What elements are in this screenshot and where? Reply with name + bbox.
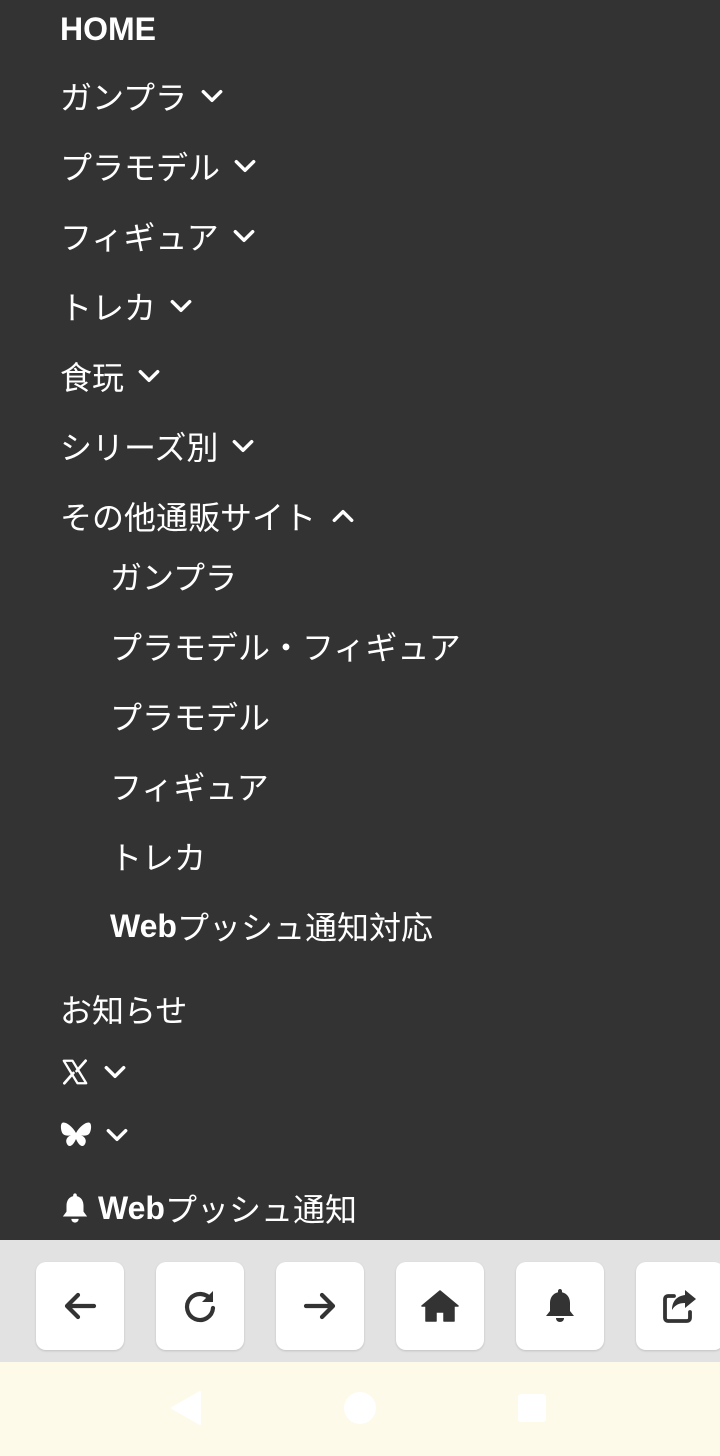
submenu-item[interactable]: フィギュア [110,761,269,811]
menu-item-figure-label: フィギュア [60,219,219,257]
submenu-item-label: フィギュア [110,769,269,807]
menu-item-shokugan-label: 食玩 [60,359,125,397]
reload-icon [180,1286,220,1326]
menu-item-plamodel-label: プラモデル [60,149,221,187]
home-button[interactable] [396,1262,484,1350]
notification-button[interactable] [516,1262,604,1350]
chevron-down-icon [230,433,256,459]
bell-icon [60,1191,90,1225]
nav-back-icon[interactable] [170,1390,202,1430]
menu-item-other-shops-label: その他通販サイト [60,499,317,537]
menu-item-series-label: シリーズ別 [60,429,219,467]
menu-item-toreka[interactable]: トレカ [60,281,194,331]
menu-item-home-label: HOME [60,10,156,47]
forward-arrow-icon [300,1286,340,1326]
submenu-item[interactable]: プラモデル [110,691,270,741]
menu-item-plamodel[interactable]: プラモデル [60,141,258,191]
submenu-item[interactable]: ガンプラ [110,551,237,601]
chevron-up-icon [330,503,356,529]
chevron-down-icon [136,363,162,389]
menu-item-bluesky[interactable] [60,1110,130,1160]
back-arrow-icon [60,1286,100,1326]
chevron-down-icon [232,153,258,179]
submenu-item-label: プラモデル [110,699,271,737]
webpush-support-prefix: Web [110,907,177,944]
side-menu: HOME ガンプラ プラモデル フィギュア トレカ 食玩 シリーズ別 その他通販… [0,0,720,1240]
reload-button[interactable] [156,1262,244,1350]
menu-item-shokugan[interactable]: 食玩 [60,351,162,401]
home-icon [420,1286,460,1326]
webpush-suffix: プッシュ通知 [164,1191,357,1229]
webpush-support-suffix: プッシュ通知対応 [176,909,433,947]
menu-item-figure[interactable]: フィギュア [60,211,257,261]
menu-item-webpush[interactable]: Web プッシュ通知 [60,1183,357,1233]
submenu-item-label: プラモデル・フィギュア [110,629,461,667]
x-logo-icon [60,1057,90,1087]
chevron-down-icon [199,83,225,109]
system-navigation-bar [0,1362,720,1456]
menu-item-gunpla-label: ガンプラ [60,79,188,117]
submenu-item-webpush-support[interactable]: Web プッシュ通知対応 [110,901,433,951]
submenu-item[interactable]: トレカ [110,831,206,881]
menu-item-home[interactable]: HOME [60,4,156,54]
submenu-item-label: ガンプラ [110,559,238,597]
nav-home-icon[interactable] [343,1391,377,1429]
nav-recents-icon[interactable] [517,1393,547,1427]
menu-item-series[interactable]: シリーズ別 [60,421,256,471]
menu-item-news[interactable]: お知らせ [60,984,187,1034]
menu-item-gunpla[interactable]: ガンプラ [60,71,225,121]
share-button[interactable] [636,1262,720,1350]
menu-item-x[interactable] [60,1047,128,1097]
back-button[interactable] [36,1262,124,1350]
chevron-down-icon [102,1059,128,1085]
webpush-prefix: Web [98,1189,165,1226]
menu-item-news-label: お知らせ [60,992,188,1030]
submenu-item[interactable]: プラモデル・フィギュア [110,621,461,671]
share-icon [660,1286,700,1326]
submenu-item-label: トレカ [110,839,207,877]
chevron-down-icon [231,223,257,249]
bluesky-butterfly-icon [60,1120,92,1150]
menu-item-other-shops[interactable]: その他通販サイト [60,491,356,541]
bell-icon [540,1286,580,1326]
bottom-toolbar [0,1240,720,1362]
forward-button[interactable] [276,1262,364,1350]
menu-item-toreka-label: トレカ [60,289,157,327]
chevron-down-icon [104,1122,130,1148]
chevron-down-icon [168,293,194,319]
